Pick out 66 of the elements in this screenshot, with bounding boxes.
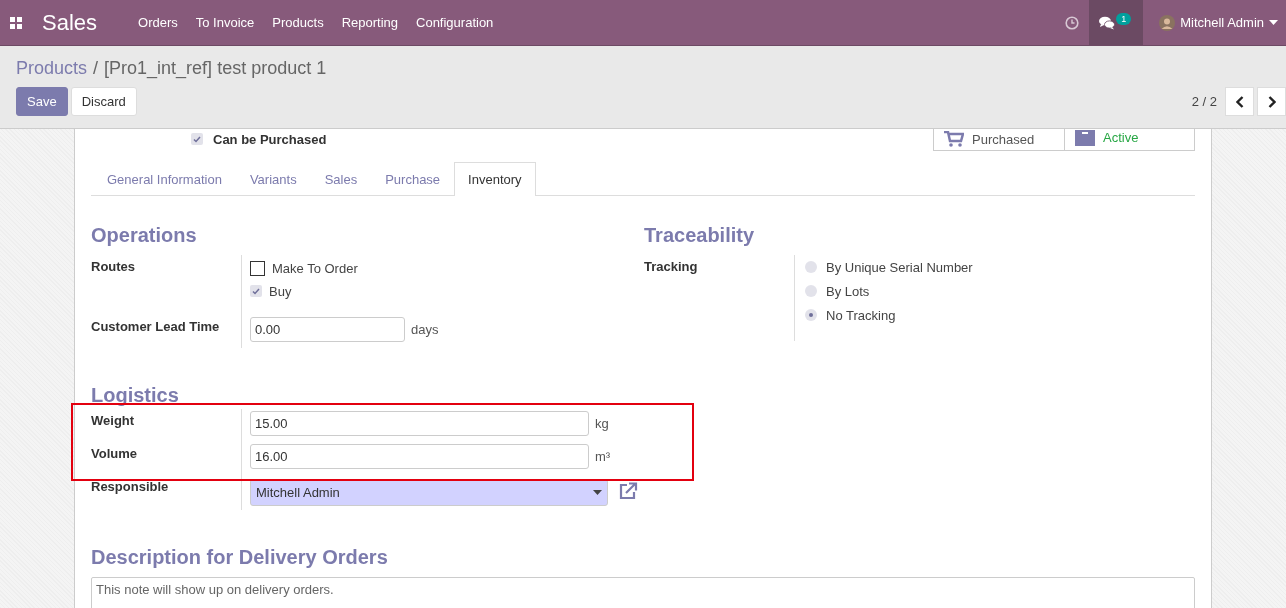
stat-label: Purchased xyxy=(972,132,1035,147)
caret-icon xyxy=(593,490,602,495)
checkbox-label: Make To Order xyxy=(272,260,358,276)
unit-label: days xyxy=(411,322,439,337)
field-label: Routes xyxy=(91,258,137,276)
breadcrumb-link[interactable]: Products xyxy=(16,58,88,79)
tab[interactable]: Sales xyxy=(310,162,372,195)
responsible-select[interactable]: Mitchell Admin xyxy=(250,479,608,506)
checkbox[interactable] xyxy=(191,133,203,145)
section-heading: Logistics xyxy=(91,384,180,407)
tab[interactable]: Inventory xyxy=(454,162,536,196)
field-label: Weight xyxy=(91,412,136,430)
section-heading: Description for Delivery Orders xyxy=(91,546,389,569)
pager-value: 2 / 2 xyxy=(1191,94,1217,109)
field-label: Tracking xyxy=(644,258,699,276)
field-label: Volume xyxy=(91,445,138,463)
previous-button[interactable] xyxy=(1225,87,1254,116)
input-field[interactable]: 15.00 xyxy=(250,411,589,436)
checkbox-label: Buy xyxy=(269,283,292,299)
record-title: [Pro1_int_ref] test product 1 xyxy=(104,58,327,79)
section-heading: Traceability xyxy=(644,224,756,247)
breadcrumb-separator: / xyxy=(93,58,99,79)
user-menu[interactable]: Mitchell Admin xyxy=(1143,14,1286,31)
tab[interactable]: General Information xyxy=(93,162,236,195)
tab[interactable]: Variants xyxy=(235,162,311,195)
field-label: Customer Lead Time xyxy=(91,318,221,336)
unit-label: m³ xyxy=(595,449,611,464)
menu-item[interactable]: To Invoice xyxy=(186,15,264,30)
input-field[interactable]: 16.00 xyxy=(250,444,589,469)
unit-label: kg xyxy=(595,416,609,431)
cart-icon xyxy=(944,131,964,147)
chat-icon xyxy=(1099,15,1116,30)
note-field[interactable]: This note will show up on delivery orders. xyxy=(91,577,1195,608)
chevron-right-icon xyxy=(1267,95,1276,108)
menu-item[interactable]: Products xyxy=(263,15,333,30)
stat-label: Active xyxy=(1103,130,1139,145)
radio-label: By Lots xyxy=(826,283,870,299)
clock-icon[interactable] xyxy=(1065,15,1080,30)
user-name: Mitchell Admin xyxy=(1180,15,1264,30)
chevron-left-icon xyxy=(1235,95,1244,108)
external-link-icon[interactable] xyxy=(618,481,638,500)
section-heading: Operations xyxy=(91,224,198,247)
stat-button[interactable]: Purchased xyxy=(934,129,1064,150)
app-name: Sales xyxy=(42,9,98,36)
radio-button[interactable] xyxy=(805,261,817,273)
caret-icon xyxy=(1269,20,1278,25)
menu-item[interactable]: Orders xyxy=(129,15,187,30)
avatar-icon xyxy=(1159,14,1176,31)
tab[interactable]: Purchase xyxy=(371,162,455,195)
next-button[interactable] xyxy=(1257,87,1286,116)
message-count-badge: 1 xyxy=(1116,12,1132,25)
menu-item[interactable]: Configuration xyxy=(407,15,503,30)
stat-button[interactable]: Active xyxy=(1064,129,1194,150)
checkbox[interactable] xyxy=(250,260,265,276)
radio-button[interactable] xyxy=(805,309,817,321)
messages-button[interactable]: 1 xyxy=(1089,0,1144,45)
field-label: Responsible xyxy=(91,478,170,496)
save-button[interactable]: Save xyxy=(16,87,68,116)
discard-button[interactable]: Discard xyxy=(70,87,137,116)
radio-label: By Unique Serial Number xyxy=(826,259,973,275)
menu-item[interactable]: Reporting xyxy=(332,15,407,30)
radio-button[interactable] xyxy=(805,285,817,297)
lead-time-field[interactable]: 0.00 xyxy=(250,317,405,342)
radio-label: No Tracking xyxy=(826,307,896,323)
checkbox-label: Can be Purchased xyxy=(213,131,327,147)
apps-menu-icon[interactable] xyxy=(10,16,22,29)
